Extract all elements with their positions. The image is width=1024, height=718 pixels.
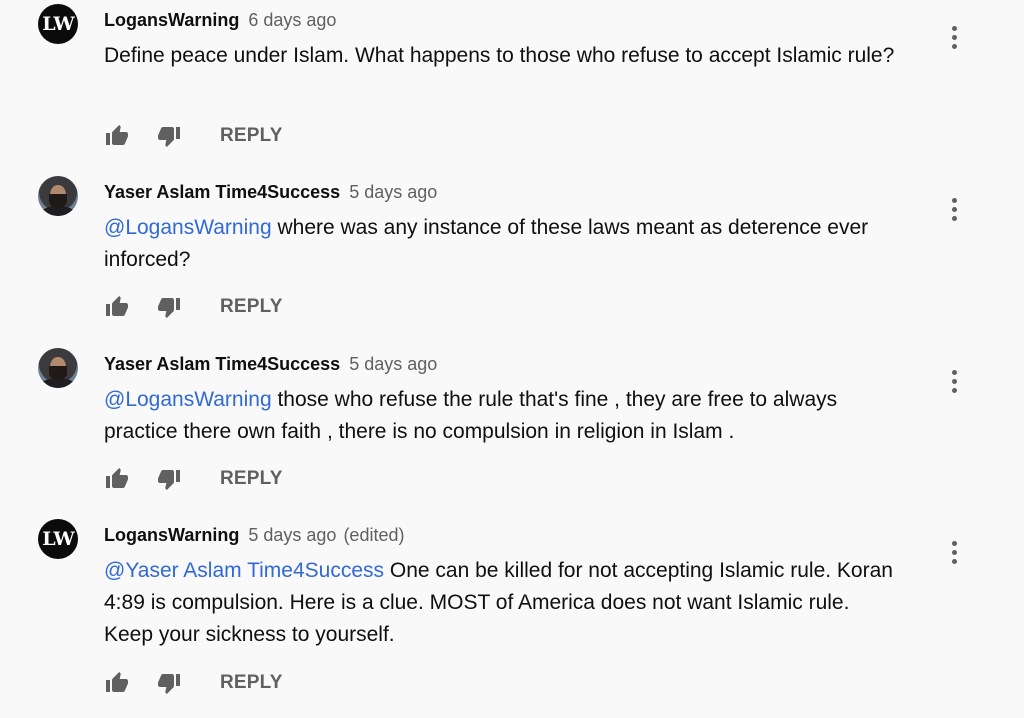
timestamp[interactable]: 5 days ago — [248, 525, 336, 545]
reply-button[interactable]: REPLY — [220, 468, 283, 490]
dislike-button[interactable] — [156, 466, 182, 492]
comment-actions: REPLY — [104, 292, 283, 322]
avatar-beard — [49, 194, 67, 208]
reply-button[interactable]: REPLY — [220, 125, 283, 147]
comment-header: LogansWarning 6 days ago — [104, 8, 336, 32]
more-vert-icon-dot — [951, 34, 957, 40]
more-vert-icon — [951, 197, 957, 203]
more-vert-icon-dot — [951, 378, 957, 384]
more-vert-icon — [951, 369, 957, 375]
like-button[interactable] — [104, 294, 130, 320]
avatar[interactable] — [38, 348, 78, 388]
comment-header: LogansWarning 5 days ago (edited) — [104, 523, 404, 547]
like-button[interactable] — [104, 123, 130, 149]
comment-text: @LogansWarning where was any instance of… — [104, 212, 904, 276]
thumb-up-icon — [106, 296, 128, 316]
edited-label: (edited) — [343, 525, 405, 545]
reply-button[interactable]: REPLY — [220, 672, 283, 694]
thumb-down-icon — [158, 127, 180, 147]
more-vert-icon-dot — [951, 215, 957, 221]
thumb-up-icon — [106, 468, 128, 488]
comment-header: Yaser Aslam Time4Success 5 days ago — [104, 180, 437, 204]
thumb-up-icon — [106, 672, 128, 692]
comment-thread: LW LogansWarning 6 days ago Define peace… — [0, 0, 1024, 718]
mention-link[interactable]: @LogansWarning — [104, 388, 272, 411]
more-vert-icon — [951, 25, 957, 31]
more-vert-icon-dot — [951, 206, 957, 212]
avatar[interactable]: LW — [38, 4, 78, 44]
more-vert-icon-dot — [951, 387, 957, 393]
more-vert-icon — [951, 540, 957, 546]
comment-actions: REPLY — [104, 464, 283, 494]
comment-menu-button[interactable] — [940, 366, 968, 396]
comment-text: @LogansWarning those who refuse the rule… — [104, 384, 904, 448]
dislike-button[interactable] — [156, 294, 182, 320]
avatar[interactable] — [38, 176, 78, 216]
like-button[interactable] — [104, 466, 130, 492]
avatar[interactable]: LW — [38, 519, 78, 559]
comment-body: Define peace under Islam. What happens t… — [104, 44, 895, 67]
dislike-button[interactable] — [156, 670, 182, 696]
reply-button[interactable]: REPLY — [220, 296, 283, 318]
mention-link[interactable]: @LogansWarning — [104, 216, 272, 239]
comment-menu-button[interactable] — [940, 537, 968, 567]
timestamp[interactable]: 5 days ago — [349, 182, 437, 202]
mention-link[interactable]: @Yaser Aslam Time4Success — [104, 559, 384, 582]
more-vert-icon-dot — [951, 549, 957, 555]
avatar-beard — [49, 366, 67, 380]
like-button[interactable] — [104, 670, 130, 696]
timestamp[interactable]: 6 days ago — [248, 10, 336, 30]
timestamp[interactable]: 5 days ago — [349, 354, 437, 374]
more-vert-icon-dot — [951, 43, 957, 49]
author-name[interactable]: Yaser Aslam Time4Success — [104, 354, 340, 374]
comment-menu-button[interactable] — [940, 194, 968, 224]
author-name[interactable]: LogansWarning — [104, 10, 239, 30]
comment-text: Define peace under Islam. What happens t… — [104, 40, 904, 72]
comment-actions: REPLY — [104, 668, 283, 698]
author-name[interactable]: Yaser Aslam Time4Success — [104, 182, 340, 202]
comment-menu-button[interactable] — [940, 22, 968, 52]
thumb-down-icon — [158, 674, 180, 694]
more-vert-icon-dot — [951, 558, 957, 564]
comment-text: @Yaser Aslam Time4Success One can be kil… — [104, 555, 904, 651]
thumb-down-icon — [158, 470, 180, 490]
comment-actions: REPLY — [104, 121, 283, 151]
comment-header: Yaser Aslam Time4Success 5 days ago — [104, 352, 437, 376]
author-name[interactable]: LogansWarning — [104, 525, 239, 545]
thumb-up-icon — [106, 125, 128, 145]
thumb-down-icon — [158, 298, 180, 318]
dislike-button[interactable] — [156, 123, 182, 149]
